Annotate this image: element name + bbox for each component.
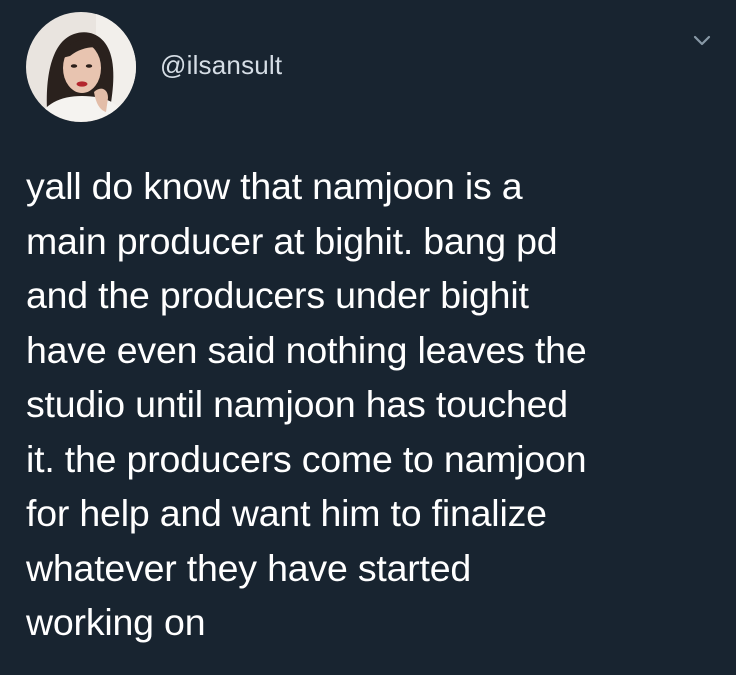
chevron-down-icon[interactable] <box>690 28 714 52</box>
tweet-text: yall do know that namjoon is a main prod… <box>26 165 587 643</box>
tweet-card: @ilsansult yall do know that namjoon is … <box>0 0 736 675</box>
tweet-header: @ilsansult <box>26 12 282 122</box>
username-handle[interactable]: @ilsansult <box>160 50 282 81</box>
avatar-photo <box>26 12 136 122</box>
avatar[interactable] <box>26 12 136 122</box>
